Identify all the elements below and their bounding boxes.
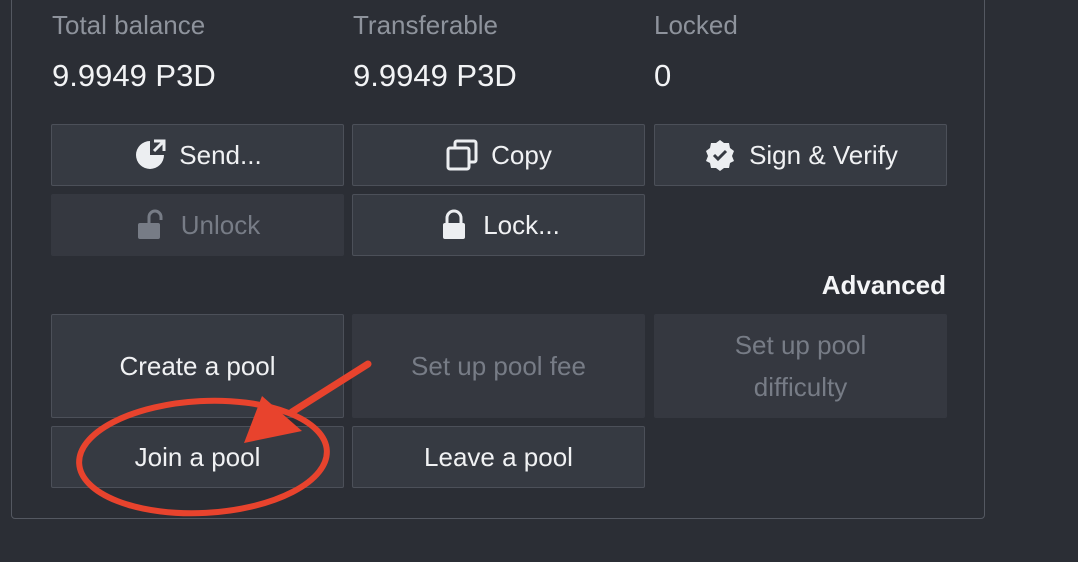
copy-label: Copy — [491, 140, 552, 170]
locked-label: Locked — [654, 10, 738, 40]
set-pool-fee-label: Set up pool fee — [411, 351, 586, 381]
total-balance-value: 9.9949 P3D — [52, 58, 216, 93]
lock-icon — [437, 208, 471, 242]
transferable-value: 9.9949 P3D — [353, 58, 517, 93]
advanced-heading: Advanced — [821, 270, 946, 300]
sign-verify-button[interactable]: Sign & Verify — [654, 124, 947, 186]
send-icon — [133, 138, 167, 172]
join-pool-button[interactable]: Join a pool — [51, 426, 344, 488]
create-pool-label: Create a pool — [119, 351, 276, 381]
unlock-button[interactable]: Unlock — [51, 194, 344, 256]
create-pool-button[interactable]: Create a pool — [51, 314, 344, 418]
unlock-label: Unlock — [180, 210, 261, 240]
total-balance-label: Total balance — [52, 10, 206, 40]
lock-label: Lock... — [483, 210, 560, 240]
copy-icon — [445, 138, 479, 172]
copy-button[interactable]: Copy — [352, 124, 645, 186]
sign-verify-label: Sign & Verify — [749, 140, 898, 170]
set-pool-fee-button[interactable]: Set up pool fee — [352, 314, 645, 418]
locked-balance: Locked 0 — [654, 10, 738, 94]
set-pool-difficulty-label: Set up pool difficulty — [734, 330, 867, 402]
send-label: Send... — [179, 140, 262, 170]
transferable-balance: Transferable 9.9949 P3D — [353, 10, 517, 94]
join-pool-label: Join a pool — [134, 442, 261, 472]
total-balance: Total balance 9.9949 P3D — [52, 10, 216, 94]
send-button[interactable]: Send... — [51, 124, 344, 186]
unlock-icon — [135, 208, 169, 242]
verified-badge-icon — [703, 138, 737, 172]
lock-button[interactable]: Lock... — [352, 194, 645, 256]
locked-value: 0 — [654, 58, 672, 93]
set-pool-difficulty-button[interactable]: Set up pool difficulty — [654, 314, 947, 418]
transferable-label: Transferable — [353, 10, 498, 40]
leave-pool-button[interactable]: Leave a pool — [352, 426, 645, 488]
leave-pool-label: Leave a pool — [424, 442, 573, 472]
